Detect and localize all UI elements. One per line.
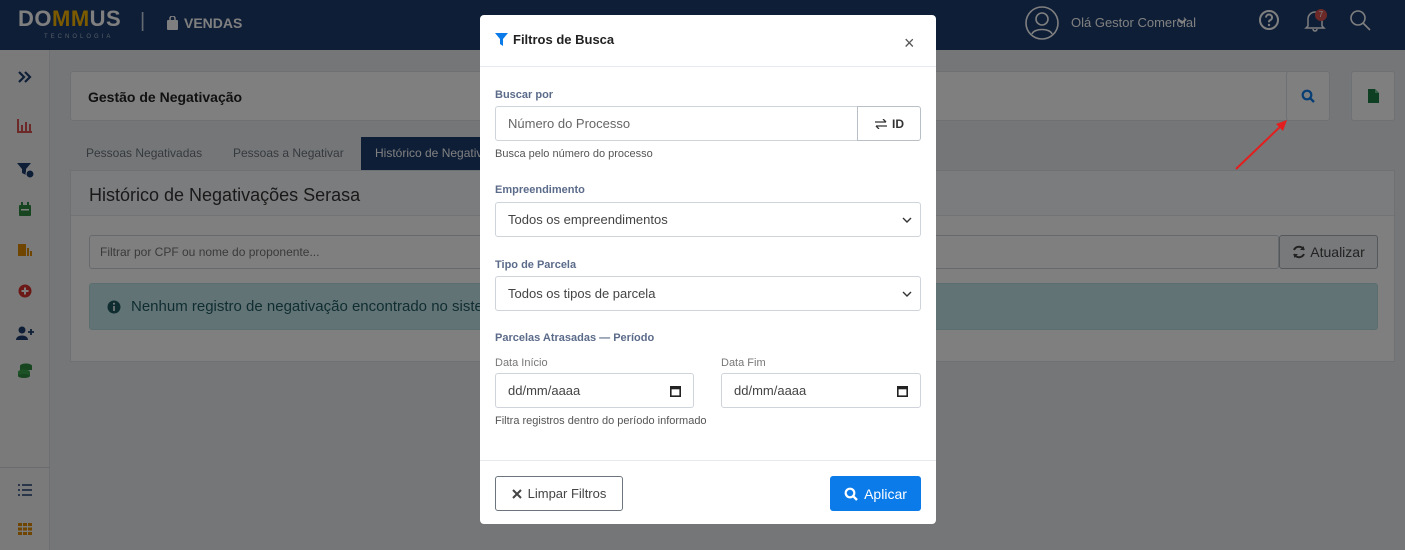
annotation-arrow-icon (1235, 120, 1287, 170)
filter-icon (495, 33, 508, 46)
close-icon (511, 488, 522, 499)
buscar-label: Buscar por (495, 89, 554, 101)
calendar-icon[interactable] (897, 385, 908, 397)
toggle-id-button[interactable]: ID (857, 106, 921, 141)
data-inicio-input[interactable]: dd/mm/aaaa (495, 373, 694, 408)
chevron-down-icon (902, 217, 912, 223)
clear-filters-button[interactable]: Limpar Filtros (495, 476, 623, 511)
periodo-help: Filtra registros dentro do período infor… (495, 415, 707, 427)
swap-icon (875, 118, 887, 129)
modal-footer: Limpar Filtros Aplicar (480, 460, 936, 524)
calendar-icon[interactable] (670, 385, 681, 397)
empreendimento-label: Empreendimento (495, 184, 585, 196)
data-inicio-label: Data Início (495, 357, 548, 369)
tipo-parcela-label: Tipo de Parcela (495, 259, 577, 271)
buscar-help: Busca pelo número do processo (495, 148, 653, 160)
search-icon (844, 487, 858, 501)
periodo-label: Parcelas Atrasadas — Período (495, 332, 655, 344)
apply-button[interactable]: Aplicar (830, 476, 921, 511)
filter-modal: Filtros de Busca × Buscar por Número do … (480, 15, 936, 524)
data-fim-input[interactable]: dd/mm/aaaa (721, 373, 921, 408)
process-number-input[interactable]: Número do Processo (495, 106, 858, 141)
modal-title: Filtros de Busca (495, 32, 614, 47)
close-icon[interactable]: × (904, 33, 915, 54)
modal-header: Filtros de Busca × (480, 15, 936, 67)
chevron-down-icon (902, 291, 912, 297)
tipo-parcela-select[interactable]: Todos os tipos de parcela (495, 276, 921, 311)
empreendimento-select[interactable]: Todos os empreendimentos (495, 202, 921, 237)
data-fim-label: Data Fim (721, 357, 766, 369)
